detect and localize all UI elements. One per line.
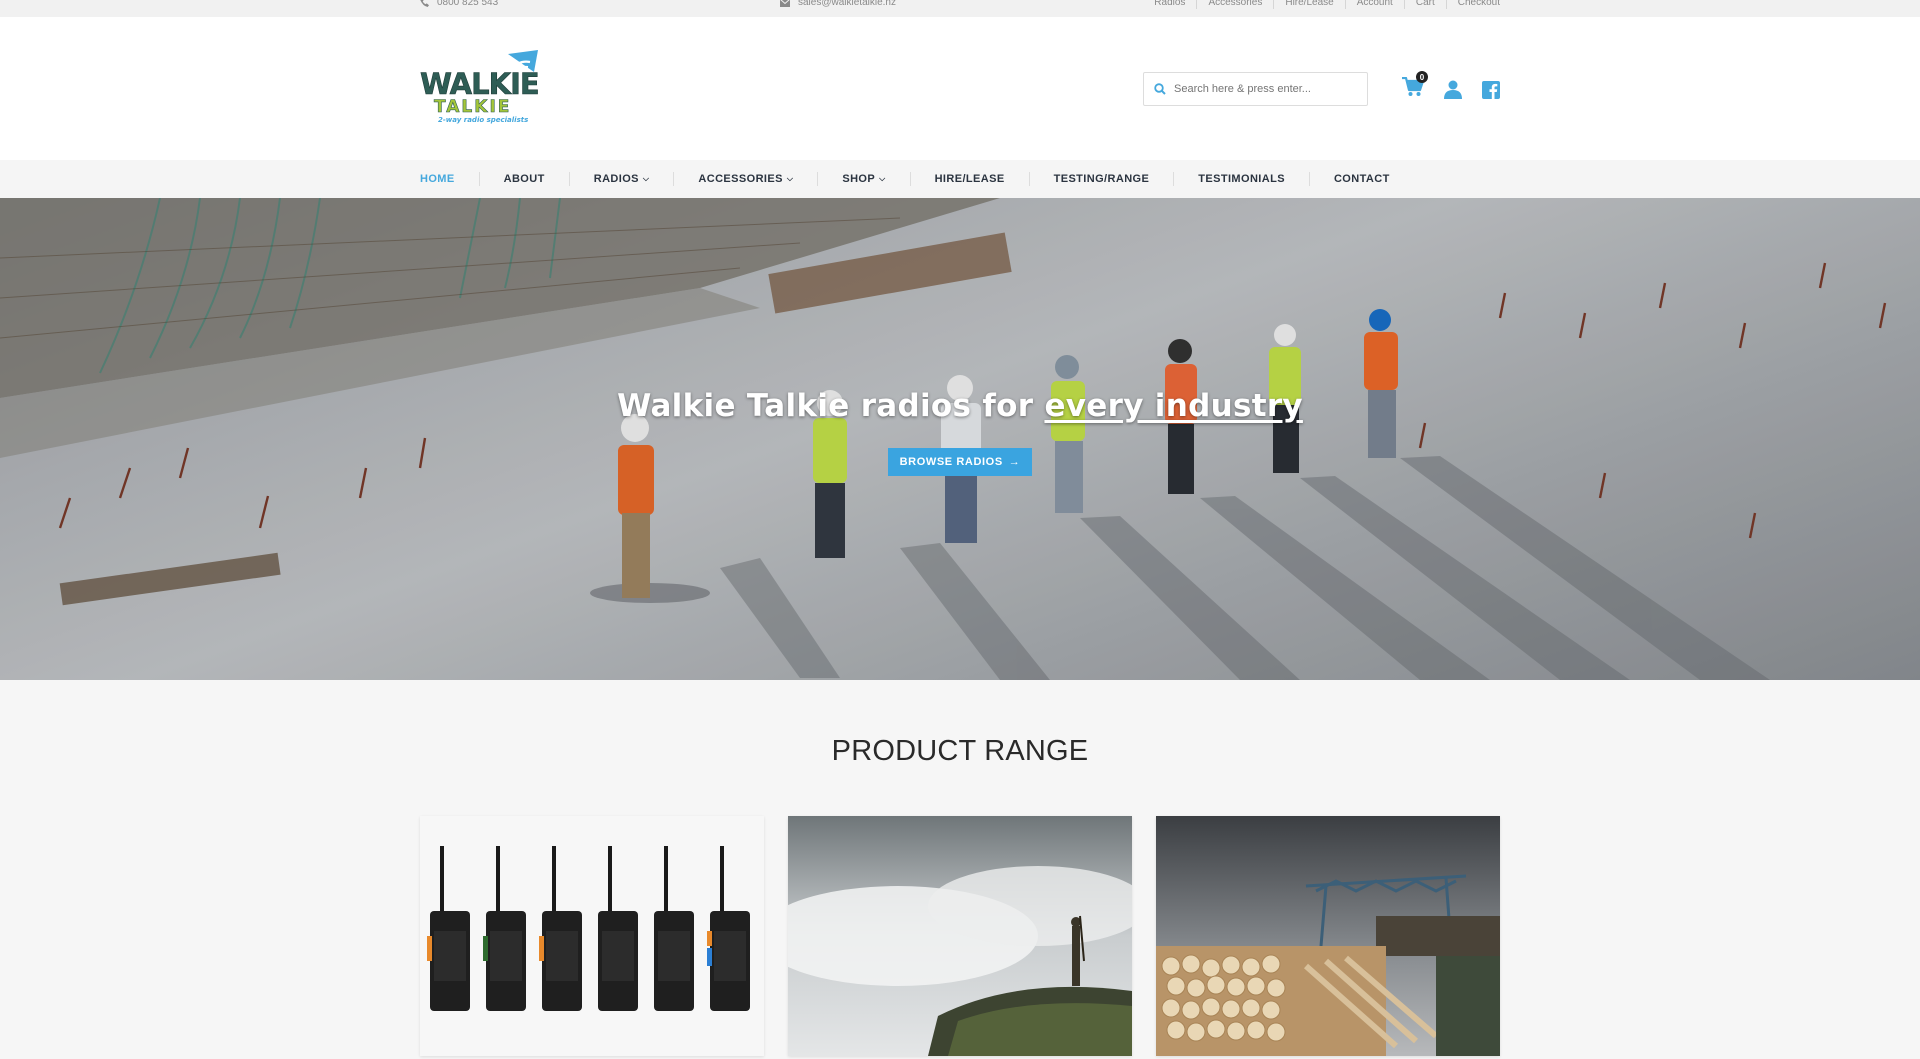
- nav-item-label: ABOUT: [503, 173, 545, 185]
- topbar-link-account[interactable]: Account: [1344, 0, 1404, 9]
- nav-item-label: SHOP: [842, 173, 876, 185]
- hero-content: Walkie Talkie radios for every industry …: [0, 388, 1920, 476]
- nav-item-accessories[interactable]: ACCESSORIES ⌵: [673, 172, 817, 186]
- product-image-forestry: [1156, 816, 1500, 1056]
- hero-title-text: Walkie Talkie radios for: [617, 388, 1045, 424]
- browse-radios-button[interactable]: BROWSE RADIOS →: [887, 448, 1033, 476]
- topbar-link-accessories[interactable]: Accessories: [1196, 0, 1273, 9]
- topbar-links: Radios Accessories Hire/Lease Account Ca…: [1143, 0, 1500, 9]
- search-input[interactable]: [1174, 83, 1354, 95]
- logo-word-talkie: TALKIE: [434, 97, 511, 117]
- topbar-phone[interactable]: 0800 825 543: [420, 0, 498, 8]
- nav-item-testimonials[interactable]: TESTIMONIALS: [1173, 172, 1309, 186]
- header-icons: 0: [1402, 71, 1500, 102]
- main-nav: HOME ABOUT RADIOS ⌵ ACCESSORIES ⌵ SHOP ⌵ HI…: [0, 160, 1920, 198]
- nav-item-label: CONTACT: [1333, 173, 1390, 185]
- arrow-right-icon: →: [1008, 456, 1021, 468]
- logo-word-walkie: WALKIE: [420, 67, 539, 101]
- cart-button[interactable]: 0: [1402, 71, 1428, 102]
- hero-title-highlight: every industry: [1044, 388, 1303, 424]
- nav-item-label: HIRE/LEASE: [934, 173, 1005, 185]
- search-box: [1143, 72, 1368, 106]
- nav-item-about[interactable]: ABOUT: [478, 172, 569, 186]
- search-icon[interactable]: [1154, 83, 1166, 95]
- product-card-radios[interactable]: [420, 816, 764, 1056]
- product-card-forestry[interactable]: [1156, 816, 1500, 1056]
- topbar-email-text: sales@walkietalkie.nz: [798, 0, 896, 8]
- facebook-icon[interactable]: [1482, 80, 1500, 99]
- nav-item-label: RADIOS: [593, 173, 639, 185]
- hero-title: Walkie Talkie radios for every industry: [0, 388, 1920, 424]
- browse-radios-label: BROWSE RADIOS: [899, 456, 1003, 468]
- top-bar: 0800 825 543 sales@walkietalkie.nz Radio…: [0, 0, 1920, 17]
- chevron-down-icon: ⌵: [879, 174, 886, 183]
- nav-item-label: TESTIMONIALS: [1198, 173, 1285, 185]
- topbar-email[interactable]: sales@walkietalkie.nz: [780, 0, 896, 8]
- logo-tagline: 2-way radio specialists: [438, 116, 528, 124]
- topbar-link-hire-lease[interactable]: Hire/Lease: [1273, 0, 1344, 9]
- envelope-icon: [780, 0, 790, 7]
- nav-item-hire-lease[interactable]: HIRE/LEASE: [909, 172, 1029, 186]
- product-cards: [420, 816, 1500, 1056]
- site-logo[interactable]: WALKIE TALKIE 2-way radio specialists: [420, 50, 550, 128]
- product-image-outdoor: [788, 816, 1132, 1056]
- site-header: WALKIE TALKIE 2-way radio specialists 0: [0, 17, 1920, 160]
- nav-item-shop[interactable]: SHOP ⌵: [817, 172, 909, 186]
- topbar-link-radios[interactable]: Radios: [1143, 0, 1196, 9]
- nav-item-label: HOME: [420, 173, 455, 185]
- cart-count-badge: 0: [1416, 71, 1428, 83]
- product-range-section: PRODUCT RANGE: [0, 680, 1920, 1059]
- chevron-down-icon: ⌵: [786, 174, 794, 183]
- topbar-link-cart[interactable]: Cart: [1403, 0, 1446, 9]
- phone-icon: [420, 0, 429, 7]
- topbar-link-checkout[interactable]: Checkout: [1445, 0, 1500, 9]
- hero-banner: Walkie Talkie radios for every industry …: [0, 198, 1920, 680]
- user-account-icon[interactable]: [1444, 80, 1462, 99]
- nav-item-label: ACCESSORIES: [698, 173, 783, 185]
- chevron-down-icon: ⌵: [642, 174, 650, 183]
- product-range-title: PRODUCT RANGE: [831, 735, 1089, 767]
- nav-item-contact[interactable]: CONTACT: [1308, 172, 1414, 186]
- nav-item-radios[interactable]: RADIOS ⌵: [568, 172, 674, 186]
- nav-item-label: TESTING/RANGE: [1053, 173, 1150, 185]
- product-card-outdoor[interactable]: [788, 816, 1132, 1056]
- product-image-radios: [420, 816, 764, 1056]
- nav-item-testing-range[interactable]: TESTING/RANGE: [1028, 172, 1174, 186]
- nav-item-home[interactable]: HOME: [420, 172, 479, 186]
- topbar-phone-text: 0800 825 543: [437, 0, 499, 8]
